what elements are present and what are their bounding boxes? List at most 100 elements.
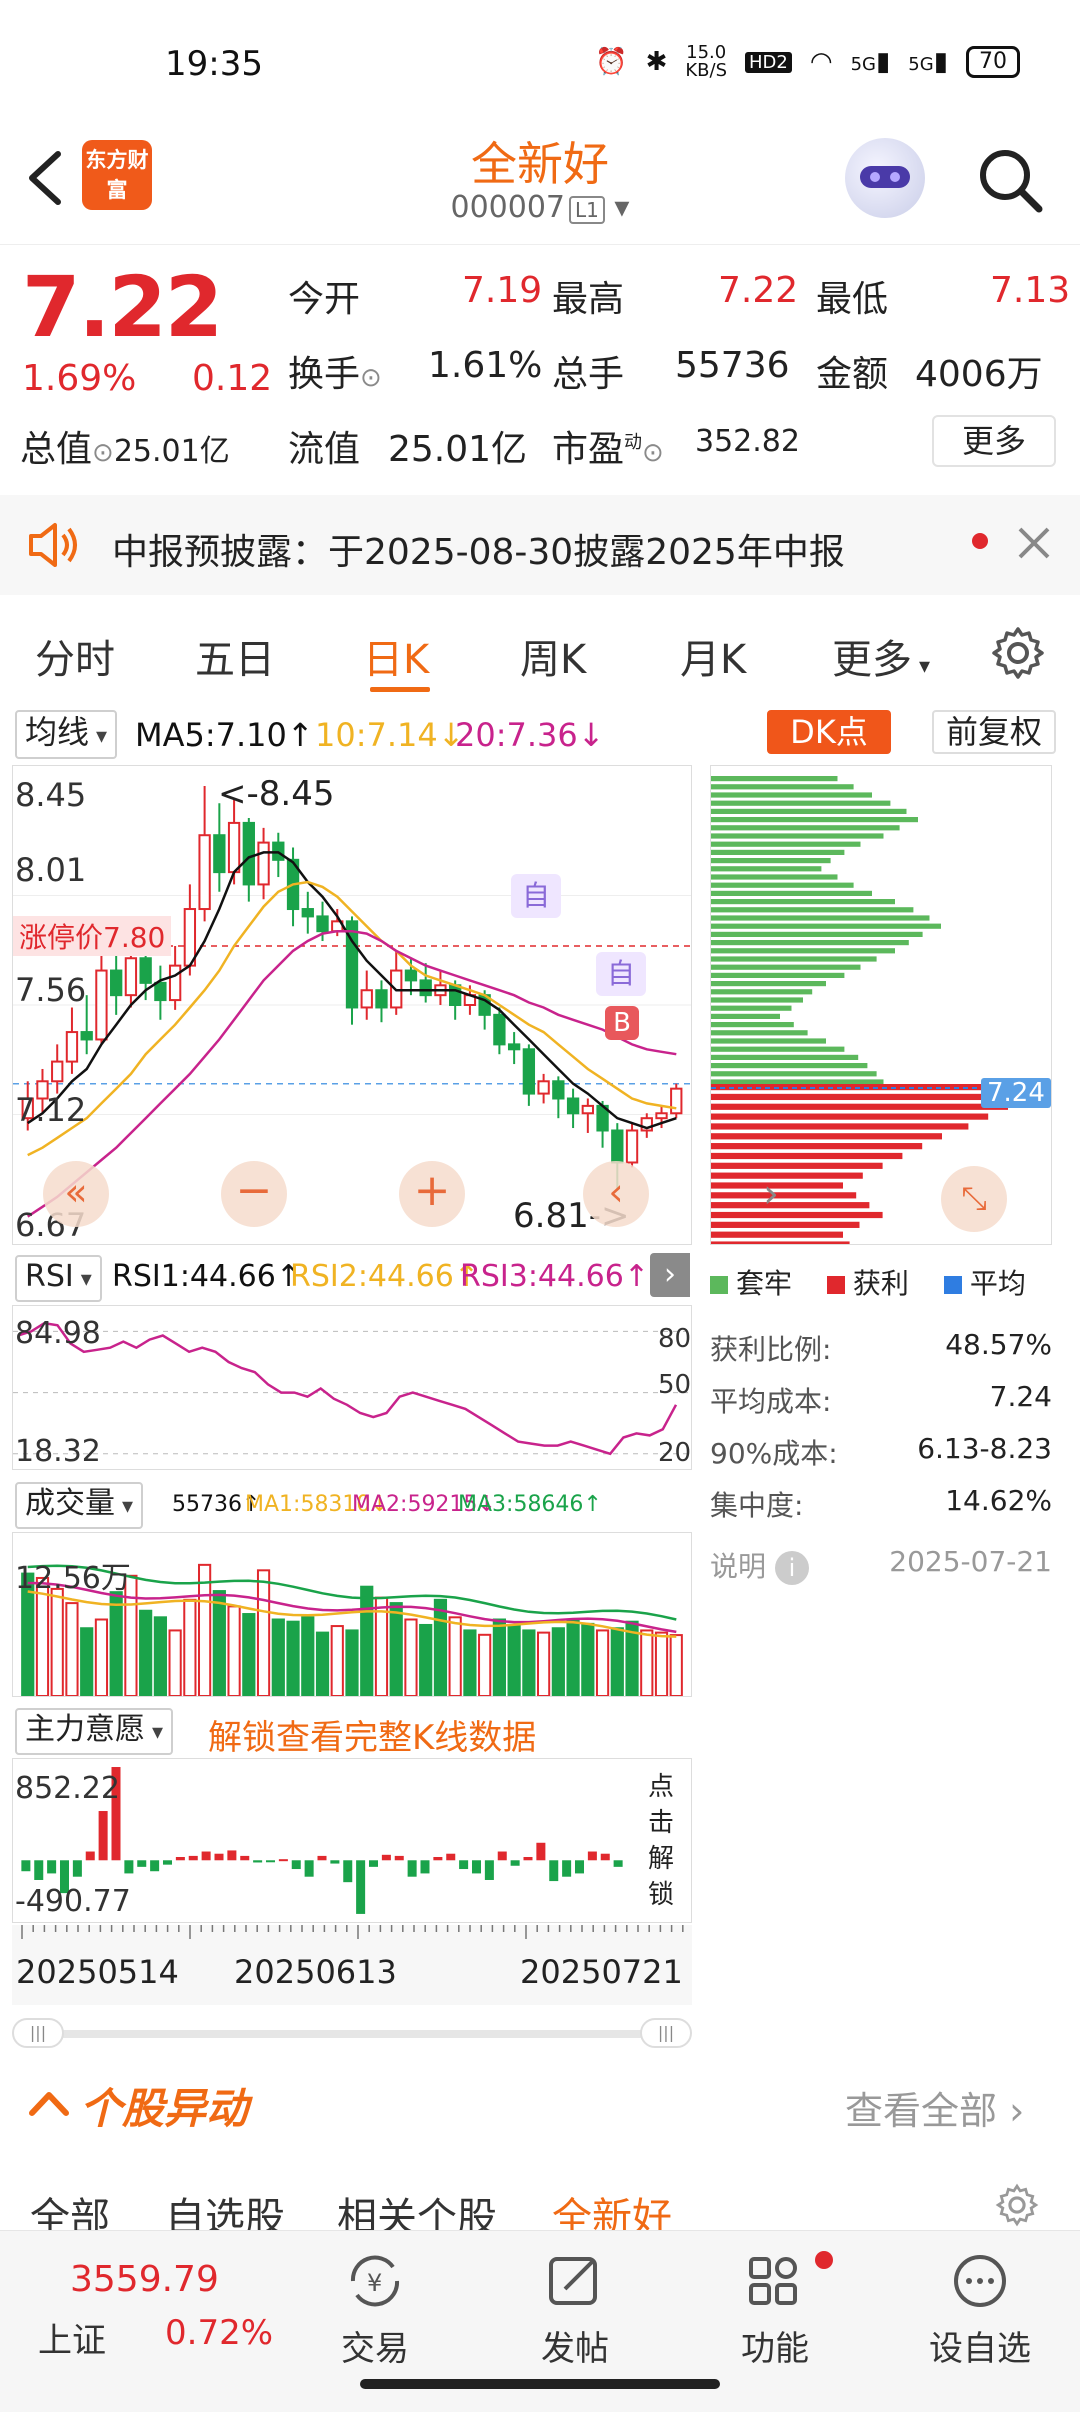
close-icon[interactable] [1016, 525, 1052, 561]
volume-bar [537, 1631, 551, 1698]
flow-bar [497, 1851, 507, 1861]
flow-bar [227, 1850, 237, 1861]
chip-legend: 套牢 获利 平均 [710, 1262, 1026, 1302]
alarm-icon: ⏰ [595, 47, 628, 77]
wifi-icon: ◠ [809, 47, 833, 77]
hd-icon: HD2 [745, 51, 792, 73]
flow-bar [21, 1860, 31, 1872]
rsi-svg [13, 1321, 691, 1456]
kline-chart[interactable]: 8.45 8.01 7.56 7.12 6.67 涨停价7.80 <-8.45 … [12, 765, 692, 1245]
tab-monthly-k[interactable]: 月K [680, 627, 746, 685]
rsi-chart[interactable]: 84.98 18.32 80 50 20 [12, 1305, 692, 1470]
more-button[interactable]: 更多 [932, 415, 1056, 467]
kline-svg [13, 786, 691, 1218]
low-value: 7.13 [990, 270, 1071, 311]
index-change[interactable]: 0.72% [165, 2313, 273, 2353]
net-speed: 15.0 KB/S [685, 42, 728, 81]
flow-select[interactable]: 主力意愿 [15, 1708, 174, 1755]
flow-bar [214, 1853, 224, 1861]
explain-link[interactable]: 说明 i [710, 1545, 809, 1585]
scroll-left-icon[interactable]: « [43, 1161, 109, 1227]
rsi-y-bottom: 18.32 [15, 1434, 101, 1469]
volume-bar [492, 1618, 506, 1697]
volume-bar [242, 1613, 256, 1697]
chip-bar-trapped [711, 997, 803, 1003]
flow-bar [459, 1860, 469, 1870]
chip-bar-trapped [711, 1013, 780, 1019]
flow-bar [368, 1860, 379, 1867]
rsi2-value: RSI2:44.66↑ [290, 1259, 479, 1294]
flow-bar [536, 1842, 546, 1861]
volume-bar [389, 1602, 403, 1697]
battery-icon: 70 [966, 46, 1020, 78]
zoom-out-icon[interactable]: − [221, 1161, 287, 1227]
volume-bar [256, 1569, 271, 1698]
nav-trade[interactable]: ¥ 交易 [305, 2251, 445, 2370]
nav-functions[interactable]: 功能 [705, 2251, 845, 2370]
chevron-up-icon[interactable] [28, 2087, 70, 2117]
tab-intraday[interactable]: 分时 [35, 627, 115, 685]
range-slider[interactable]: ||| ||| [12, 2018, 692, 2048]
notice-bar[interactable]: 中报预披露：于2025-08-30披露2025年中报 [0, 495, 1080, 595]
chip-bar-profit [711, 1162, 883, 1169]
assistant-robot-icon[interactable] [845, 138, 925, 218]
tab-weekly-k[interactable]: 周K [520, 627, 586, 685]
legend-average: 平均 [943, 1267, 1026, 1300]
flow-bar [47, 1860, 57, 1874]
index-value[interactable]: 3559.79 [70, 2259, 219, 2300]
self-select-marker-2[interactable]: 自 [596, 952, 646, 996]
expand-indicators-icon[interactable]: › [650, 1253, 690, 1297]
chip-distribution[interactable]: 7.24 › ⤡ [710, 765, 1052, 1317]
amount-value: 4006万 [915, 354, 1043, 395]
candle-body [51, 1060, 64, 1083]
rsi-select[interactable]: RSI [15, 1255, 102, 1302]
volume-bar [522, 1629, 536, 1697]
nav-post[interactable]: 发帖 [505, 2251, 645, 2370]
volume-bar [80, 1627, 94, 1697]
chip-bar-profit [711, 1133, 942, 1140]
chip-bar-trapped [711, 972, 845, 978]
volume-bar [301, 1616, 315, 1697]
volume-chart[interactable]: 12.56万 [12, 1532, 692, 1698]
flow-bar [356, 1860, 366, 1914]
search-icon[interactable] [975, 145, 1045, 215]
self-select-marker-1[interactable]: 自 [511, 874, 561, 918]
click-unlock-button[interactable]: 点击解锁 [631, 1759, 691, 1922]
buy-marker[interactable]: B [605, 1006, 639, 1040]
indicator-select[interactable]: 均线 [15, 710, 118, 759]
nav-add-watchlist[interactable]: 设自选 [910, 2251, 1050, 2370]
volume-bar [433, 1598, 448, 1697]
settings-gear-icon[interactable] [995, 2183, 1039, 2227]
zoom-in-icon[interactable]: + [399, 1161, 465, 1227]
unlock-link[interactable]: 解锁查看完整K线数据 [208, 1710, 536, 1759]
date-end: 20250721 [520, 1953, 683, 1991]
candle-body [552, 1080, 565, 1100]
view-all-link[interactable]: 查看全部 › [845, 2080, 1024, 2135]
turnover-value: 1.61% [428, 345, 543, 386]
expand-icon[interactable]: ⤡ [941, 1166, 1007, 1232]
tab-more[interactable]: 更多 ▾ [832, 627, 930, 685]
ma5-value: MA5:7.10↑ [135, 716, 314, 754]
slider-handle-left[interactable]: ||| [12, 2018, 64, 2048]
gear-icon[interactable] [990, 625, 1046, 681]
tab-daily-k[interactable]: 日K [363, 627, 429, 685]
volume-bar [581, 1622, 595, 1697]
chip-prev-icon[interactable]: › [763, 1171, 779, 1217]
candle-body [404, 969, 418, 982]
turnover-label: 换手⊙ [288, 354, 382, 395]
adjust-button[interactable]: 前复权 [932, 710, 1056, 754]
index-name[interactable]: 上证 [38, 2313, 106, 2362]
volume-bar [286, 1620, 300, 1697]
slider-handle-right[interactable]: ||| [640, 2018, 692, 2048]
scroll-right-icon[interactable]: ‹ [583, 1161, 649, 1227]
flow-bar [150, 1860, 160, 1872]
flow-chart[interactable]: 852.22 -490.77 点击解锁 [12, 1758, 692, 1923]
volume-value: 55736 [675, 345, 790, 386]
candle-body [566, 1097, 580, 1115]
volume-select[interactable]: 成交量 [15, 1482, 144, 1529]
tab-five-day[interactable]: 五日 [195, 627, 275, 685]
ma-row: 均线 MA5:7.10↑ 10:7.14↓ 20:7.36↓ DK点 前复权 [0, 708, 1080, 759]
volume-bar [183, 1598, 197, 1697]
flow-bar [162, 1860, 173, 1865]
dk-point-button[interactable]: DK点 [767, 710, 891, 754]
